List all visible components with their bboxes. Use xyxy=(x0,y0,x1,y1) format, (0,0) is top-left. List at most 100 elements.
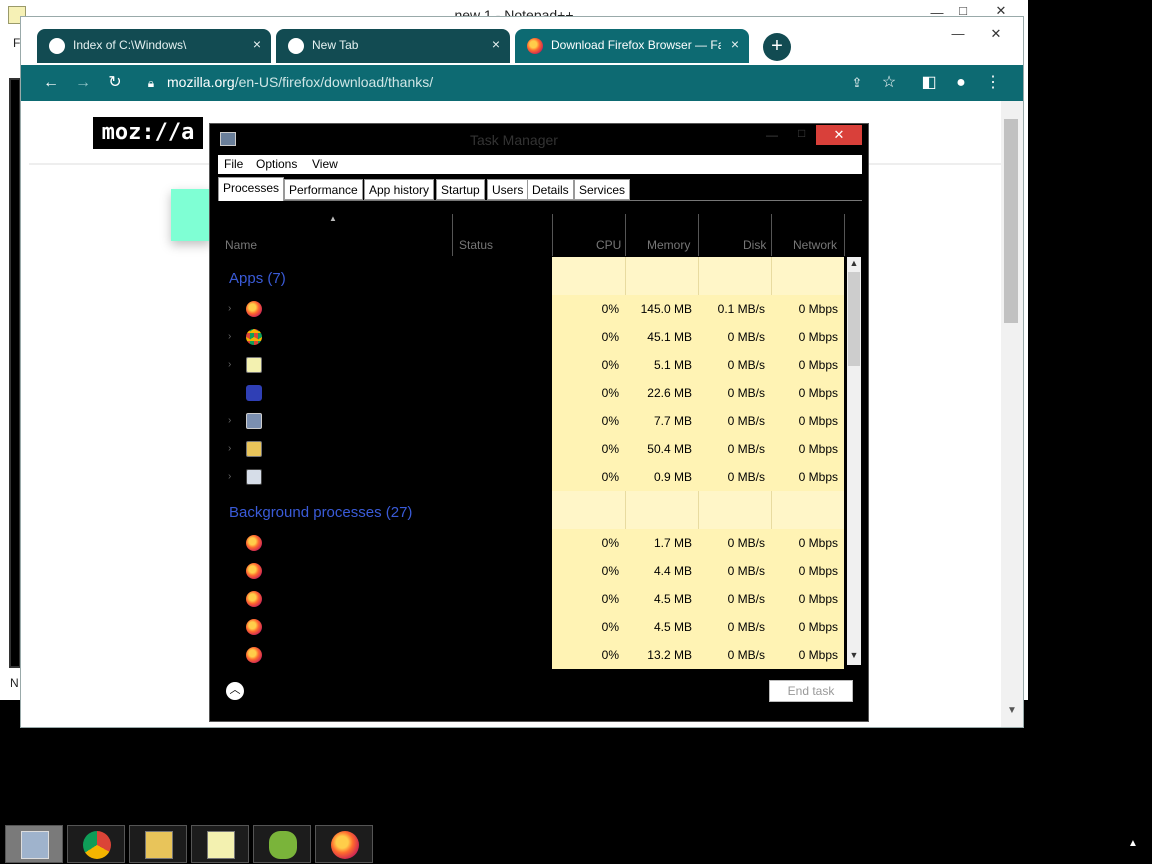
sort-up-icon: ▲ xyxy=(329,214,337,223)
share-icon[interactable]: ⇪ xyxy=(845,71,869,95)
col-cpu[interactable]: CPU xyxy=(596,238,621,252)
cell-disk: 0 MB/s xyxy=(727,358,765,372)
tab-index-windows[interactable]: Index of C:\Windows\ × xyxy=(37,29,271,63)
bookmark-star-icon[interactable]: ☆ xyxy=(877,71,901,95)
cell-network: 0 Mbps xyxy=(798,470,838,484)
close-icon[interactable]: × xyxy=(492,36,500,52)
reload-icon[interactable]: ↻ xyxy=(103,71,127,95)
col-disk[interactable]: Disk xyxy=(743,238,766,252)
expand-chevron-icon[interactable]: › xyxy=(228,303,231,314)
expand-chevron-icon[interactable]: › xyxy=(228,415,231,426)
tab-services[interactable]: Services xyxy=(574,179,631,200)
notepad-plus-plus-icon xyxy=(207,831,235,859)
page-scroll-thumb[interactable] xyxy=(1004,119,1018,323)
close-icon[interactable]: × xyxy=(253,36,261,52)
cell-memory: 5.1 MB xyxy=(653,358,692,372)
tab-startup[interactable]: Startup xyxy=(436,179,485,200)
col-network[interactable]: Network xyxy=(793,238,837,252)
taskbar-chrome[interactable] xyxy=(67,825,125,863)
cell-memory: 4.5 MB xyxy=(653,620,692,634)
cell-memory: 1.7 MB xyxy=(653,536,692,550)
expand-chevron-icon[interactable]: › xyxy=(228,443,231,454)
lock-icon[interactable]: 🔒︎ xyxy=(139,71,163,95)
fewer-details-icon[interactable]: ︿ xyxy=(226,682,244,700)
expand-chevron-icon[interactable]: › xyxy=(228,359,231,370)
taskbar-firefox[interactable] xyxy=(315,825,373,863)
firefox-icon xyxy=(331,831,359,859)
taskbar-file-explorer[interactable] xyxy=(129,825,187,863)
tm-minimize-button[interactable]: — xyxy=(766,128,778,142)
tab-firefox-download[interactable]: Download Firefox Browser — Fas × xyxy=(515,29,749,63)
tab-app-history[interactable]: App history xyxy=(364,179,435,200)
col-status[interactable]: Status xyxy=(459,238,493,252)
system-tray-caret-icon[interactable]: ▲ xyxy=(1128,838,1138,849)
end-task-button[interactable]: End task xyxy=(769,680,853,702)
chrome-minimize-button[interactable]: — xyxy=(943,23,973,45)
menu-file[interactable]: File xyxy=(224,157,243,171)
back-arrow-icon[interactable]: ← xyxy=(39,71,63,95)
group-apps[interactable]: Apps (7) xyxy=(229,270,286,287)
tab-label: Download Firefox Browser — Fas xyxy=(551,38,721,52)
col-memory[interactable]: Memory xyxy=(647,238,690,252)
tab-users[interactable]: Users xyxy=(487,179,529,200)
tm-scroll-thumb[interactable] xyxy=(848,272,860,366)
tab-performance[interactable]: Performance xyxy=(284,179,363,200)
tab-label: New Tab xyxy=(312,38,359,52)
tab-processes[interactable]: Processes xyxy=(218,177,285,201)
chrome-menu-icon[interactable]: ⋮ xyxy=(981,71,1005,95)
url-path: /en-US/firefox/download/thanks/ xyxy=(234,74,434,90)
scroll-down-arrow-icon[interactable]: ▼ xyxy=(1003,705,1021,716)
tm-maximize-button[interactable]: □ xyxy=(798,126,805,140)
menu-view[interactable]: View xyxy=(312,157,338,171)
new-tab-button[interactable]: + xyxy=(763,33,791,61)
cell-memory: 50.4 MB xyxy=(647,442,692,456)
column-divider xyxy=(771,214,772,256)
teal-button[interactable] xyxy=(171,189,211,241)
firefox-icon xyxy=(246,301,262,317)
firefox-icon xyxy=(246,591,262,607)
address-bar[interactable]: mozilla.org/en-US/firefox/download/thank… xyxy=(167,74,433,90)
scroll-up-arrow-icon[interactable]: ▲ xyxy=(847,258,861,268)
cell-memory: 13.2 MB xyxy=(647,648,692,662)
profile-icon[interactable]: ● xyxy=(949,71,973,95)
cell-cpu: 0% xyxy=(601,620,619,634)
forward-arrow-icon[interactable]: → xyxy=(71,71,95,95)
chrome-close-button[interactable]: ✕ xyxy=(981,23,1011,45)
cell-network: 0 Mbps xyxy=(798,620,838,634)
side-panel-icon[interactable]: ◧ xyxy=(917,71,941,95)
expand-chevron-icon[interactable]: › xyxy=(228,331,231,342)
firefox-icon xyxy=(246,647,262,663)
chrome-icon xyxy=(83,831,111,859)
cell-disk: 0.1 MB/s xyxy=(717,302,765,316)
cell-cpu: 0% xyxy=(601,564,619,578)
cell-memory: 0.9 MB xyxy=(653,470,692,484)
snipping-icon xyxy=(269,831,297,859)
firefox-icon xyxy=(246,535,262,551)
cell-disk: 0 MB/s xyxy=(727,592,765,606)
taskbar-task-manager[interactable] xyxy=(5,825,63,863)
firefox-icon xyxy=(246,619,262,635)
tm-close-button[interactable]: ✕ xyxy=(816,125,862,145)
chrome-icon xyxy=(288,38,304,54)
taskbar-snipping[interactable] xyxy=(253,825,311,863)
scroll-down-arrow-icon[interactable]: ▼ xyxy=(847,650,861,660)
expand-chevron-icon[interactable]: › xyxy=(228,471,231,482)
cell-disk: 0 MB/s xyxy=(727,564,765,578)
tab-details[interactable]: Details xyxy=(527,179,574,200)
cell-network: 0 Mbps xyxy=(798,564,838,578)
close-icon[interactable]: × xyxy=(731,36,739,52)
firefox-icon xyxy=(527,38,543,54)
notepad-status: N xyxy=(10,676,19,690)
group-background[interactable]: Background processes (27) xyxy=(229,504,412,521)
cell-network: 0 Mbps xyxy=(798,414,838,428)
cell-disk: 0 MB/s xyxy=(727,330,765,344)
mozilla-logo[interactable]: moz://a xyxy=(93,117,203,149)
tab-new-tab[interactable]: New Tab × xyxy=(276,29,510,63)
col-name[interactable]: Name xyxy=(225,238,257,252)
task-manager-icon xyxy=(21,831,49,859)
cell-disk: 0 MB/s xyxy=(727,470,765,484)
taskbar-notepad-plus-plus[interactable] xyxy=(191,825,249,863)
globe-icon xyxy=(49,38,65,54)
file-explorer-icon xyxy=(145,831,173,859)
menu-options[interactable]: Options xyxy=(256,157,297,171)
